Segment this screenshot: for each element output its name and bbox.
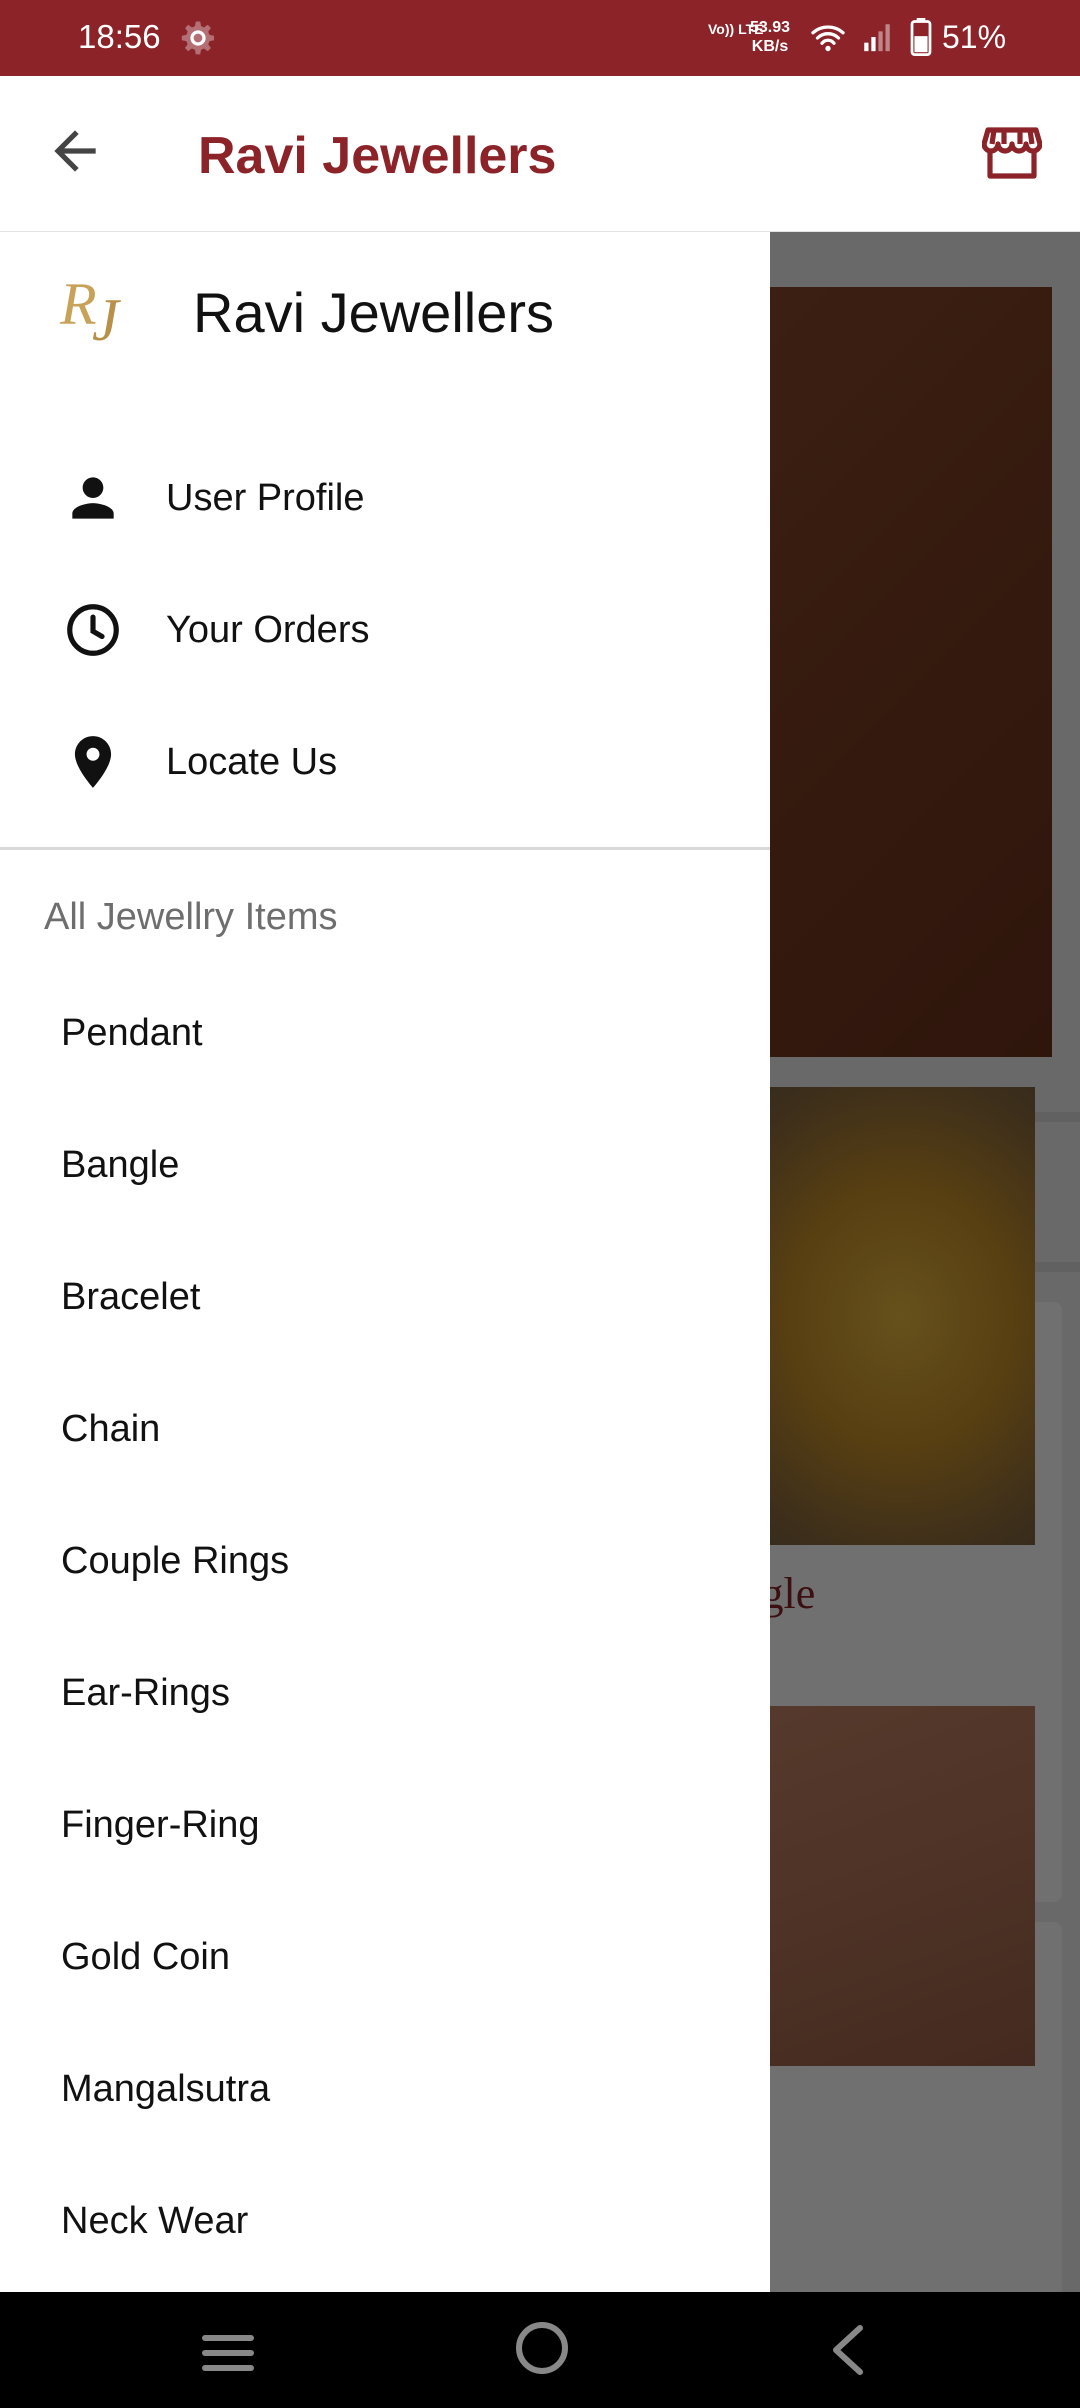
menu-item-label: Your Orders: [166, 609, 370, 651]
category-label: Gold Coin: [61, 1936, 230, 1978]
category-item-neck-wear[interactable]: Neck Wear: [0, 2160, 770, 2280]
menu-item-locate-us[interactable]: Locate Us: [0, 701, 770, 821]
menu-item-label: Locate Us: [166, 741, 338, 783]
status-time: 18:56: [78, 18, 161, 55]
recent-apps-icon[interactable]: [198, 2328, 258, 2378]
category-item-mangalsutra[interactable]: Mangalsutra: [0, 2028, 770, 2148]
navigation-drawer: R J Ravi Jewellers User Profile Your Ord…: [0, 232, 770, 2292]
section-label: All Jewellry Items: [44, 896, 338, 938]
network-speed-value: 53.93: [750, 19, 791, 36]
app-title: Ravi Jewellers: [198, 127, 557, 185]
category-label: Mangalsutra: [61, 2068, 271, 2110]
category-item-gold-coin[interactable]: Gold Coin: [0, 1896, 770, 2016]
back-icon[interactable]: [824, 2322, 872, 2378]
category-label: Couple Rings: [61, 1540, 290, 1582]
brand-logo: R J: [59, 271, 121, 353]
network-speed-unit: KB/s: [751, 38, 789, 55]
category-item-finger-ring[interactable]: Finger-Ring: [0, 1764, 770, 1884]
home-icon[interactable]: [514, 2320, 570, 2376]
category-item-ear-rings[interactable]: Ear-Rings: [0, 1632, 770, 1752]
drawer-title: Ravi Jewellers: [193, 281, 554, 344]
wifi-icon: [811, 25, 845, 52]
category-label: Chain: [61, 1408, 161, 1450]
clock-icon: [67, 604, 119, 656]
category-label: Pendant: [61, 1012, 203, 1054]
store-icon[interactable]: [982, 124, 1042, 180]
category-label: Bangle: [61, 1144, 180, 1186]
signal-icon: [864, 24, 890, 52]
battery-icon: [910, 18, 932, 56]
category-item-chain[interactable]: Chain: [0, 1368, 770, 1488]
svg-text:R: R: [59, 271, 97, 337]
menu-item-label: User Profile: [166, 477, 365, 519]
network-speed: 53.93 KB/s: [750, 18, 790, 56]
back-arrow-icon[interactable]: [44, 120, 106, 182]
category-item-pendant[interactable]: Pendant: [0, 972, 770, 1092]
person-icon: [72, 477, 114, 519]
app-bar: Ravi Jewellers: [0, 76, 1080, 232]
category-label: Bracelet: [61, 1276, 201, 1318]
category-item-couple-rings[interactable]: Couple Rings: [0, 1500, 770, 1620]
drawer-divider: [0, 847, 770, 850]
svg-text:J: J: [92, 287, 121, 353]
category-item-bracelet[interactable]: Bracelet: [0, 1236, 770, 1356]
category-label: Ear-Rings: [61, 1672, 230, 1714]
category-label: Finger-Ring: [61, 1804, 260, 1846]
settings-gear-icon: [181, 21, 215, 55]
menu-item-your-orders[interactable]: Your Orders: [0, 569, 770, 689]
battery-percentage: 51%: [942, 19, 1007, 55]
category-label: Neck Wear: [61, 2200, 249, 2242]
menu-item-user-profile[interactable]: User Profile: [0, 437, 770, 557]
system-navigation-bar: [0, 2292, 1080, 2408]
category-item-bangle[interactable]: Bangle: [0, 1104, 770, 1224]
status-bar: 18:56 Vo)) LTE 53.93 KB/s 51%: [0, 0, 1080, 76]
location-pin-icon: [74, 736, 112, 788]
